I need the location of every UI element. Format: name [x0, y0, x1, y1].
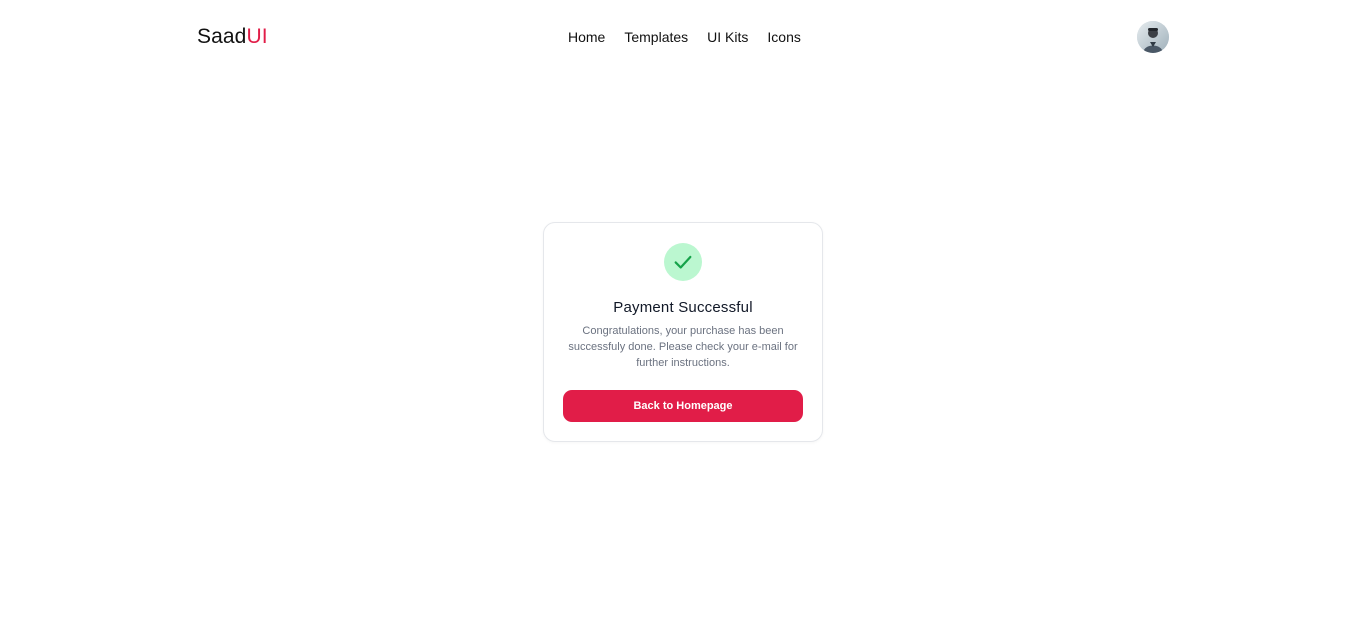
logo-accent-text: UI — [246, 25, 268, 48]
user-avatar-icon — [1137, 21, 1169, 53]
nav-link-templates[interactable]: Templates — [624, 28, 688, 46]
payment-success-card: Payment Successful Congratulations, your… — [543, 222, 823, 442]
nav-link-home[interactable]: Home — [568, 28, 605, 46]
back-to-homepage-button[interactable]: Back to Homepage — [563, 390, 803, 422]
card-title: Payment Successful — [613, 299, 753, 316]
success-badge — [664, 243, 702, 281]
page: SaadUI Home Templates UI Kits Icons Paym… — [0, 0, 1366, 638]
logo[interactable]: SaadUI — [197, 25, 268, 49]
check-icon — [674, 255, 692, 269]
nav-link-ui-kits[interactable]: UI Kits — [707, 28, 748, 46]
card-message: Congratulations, your purchase has been … — [568, 325, 798, 369]
nav-link-icons[interactable]: Icons — [767, 28, 800, 46]
navbar: SaadUI Home Templates UI Kits Icons — [0, 0, 1366, 74]
user-avatar[interactable] — [1137, 21, 1169, 53]
logo-main-text: Saad — [197, 25, 247, 48]
nav-links: Home Templates UI Kits Icons — [568, 28, 820, 46]
